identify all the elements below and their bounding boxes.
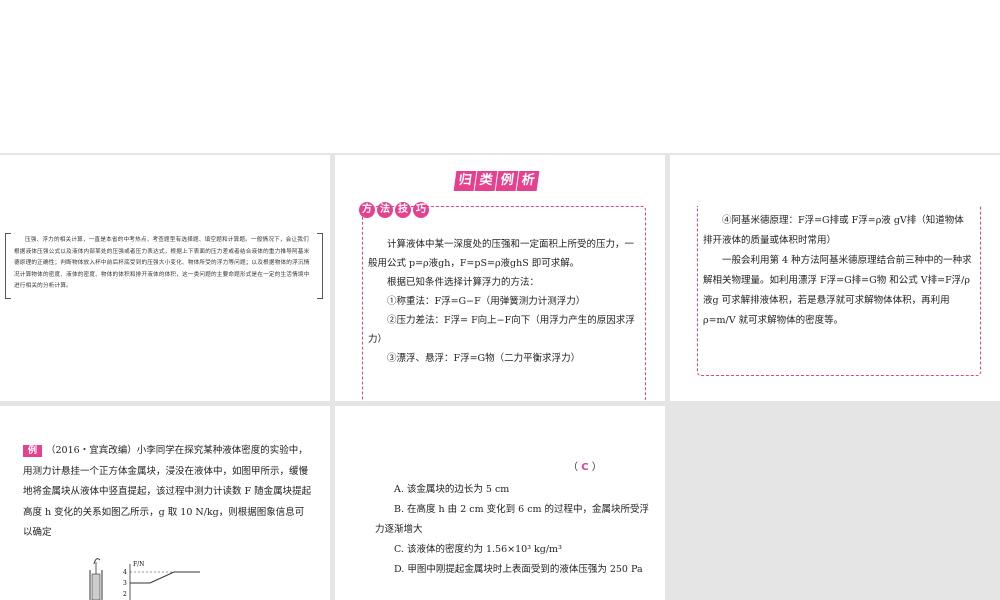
banner-char: 析 [516, 171, 540, 191]
answer-open: （ [568, 462, 578, 473]
banner-char: 例 [495, 171, 519, 191]
choices-list: A. 该金属块的边长为 5 cm B. 在高度 h 由 2 cm 变化到 6 c… [375, 480, 655, 580]
answer-box: （ C ） [568, 458, 602, 473]
summary-para: 一般会利用第 4 种方法阿基米德原理结合前三种中的一种求解相关物理量。如利用漂浮… [703, 255, 972, 326]
choice-c: C. 该液体的密度约为 1.56×10³ kg/m³ [394, 544, 562, 555]
method-tag-char: 巧 [413, 202, 429, 218]
choice-b: B. 在高度 h 由 2 cm 变化到 6 cm 的过程中，金属块所受浮力逐渐增… [375, 504, 650, 535]
archimedes-para: ④阿基米德原理：F浮=G排或 F浮=ρ液 gV排（知道物体排开液体的质量或体积时… [703, 215, 964, 246]
method-text-continued: ④阿基米德原理：F浮=G排或 F浮=ρ液 gV排（知道物体排开液体的质量或体积时… [703, 211, 973, 331]
choice-a: A. 该金属块的边长为 5 cm [394, 484, 510, 495]
method-tag-char: 技 [395, 202, 411, 218]
method-text: 计算液体中某一深度处的压强和一定面积上所受的压力，一般用公式 p=ρ液gh，F=… [368, 235, 638, 368]
slide-method[interactable]: 归 类 例 析 方 法 技 巧 计算液体中某一深度处的压强和一定面积上所受的压力… [335, 155, 665, 401]
example-tag: 例 [23, 445, 43, 457]
choice-d: D. 甲图中刚提起金属块时上表面受到的液体压强为 250 Pa [394, 564, 643, 575]
right-bracket [317, 233, 323, 299]
example-text: 例（2016・宜宾改编）小李同学在探究某种液体密度的实验中，用测力计悬挂一个正方… [23, 441, 313, 544]
slide-method-continued[interactable]: ④阿基米德原理：F浮=G排或 F浮=ρ液 gV排（知道物体排开液体的质量或体积时… [670, 155, 1000, 401]
graph-ylabel: F/N [133, 561, 144, 568]
method-para-4: ②压力差法：F浮= F向上−F向下（用浮力产生的原因求浮力） [368, 315, 635, 345]
beaker-figure [89, 558, 103, 600]
slide-example[interactable]: 例（2016・宜宾改编）小李同学在探究某种液体密度的实验中，用测力计悬挂一个正方… [0, 406, 330, 600]
graph-tick: 3 [123, 580, 127, 587]
graph-tick: 2 [123, 591, 127, 598]
blank-top-area [0, 0, 1000, 153]
slide-intro[interactable]: 压强、浮力的相关计算，一直是本省的中考热点，考查题型有选择题、填空题和计算题。一… [0, 155, 330, 401]
intro-text: 压强、浮力的相关计算，一直是本省的中考热点，考查题型有选择题、填空题和计算题。一… [14, 237, 310, 289]
method-para-2: 根据已知条件选择计算浮力的方法： [387, 277, 540, 288]
answer-letter: C [581, 462, 589, 473]
banner-char: 归 [453, 171, 477, 191]
slide-choices[interactable]: （ C ） A. 该金属块的边长为 5 cm B. 在高度 h 由 2 cm 变… [335, 406, 665, 600]
method-para-3: ①称重法：F浮=G−F（用弹簧测力计测浮力） [387, 296, 586, 307]
graph-tick: 4 [123, 569, 127, 576]
answer-close: ） [591, 462, 602, 473]
example-body: 小李同学在探究某种液体密度的实验中，用测力计悬挂一个正方体金属块，浸没在液体中，… [23, 445, 312, 538]
left-bracket [5, 233, 11, 299]
method-para-5: ③漂浮、悬浮：F浮=G物（二力平衡求浮力） [387, 353, 581, 364]
figure-svg: F/N 4 3 2 [89, 558, 200, 600]
method-tag-char: 方 [359, 202, 375, 218]
section-banner: 归 类 例 析 [453, 171, 540, 191]
intro-box: 压强、浮力的相关计算，一直是本省的中考热点，考查题型有选择题、填空题和计算题。一… [5, 233, 323, 299]
method-tag: 方 法 技 巧 [359, 202, 429, 218]
banner-char: 类 [474, 171, 498, 191]
method-para-1: 计算液体中某一深度处的压强和一定面积上所受的压力，一般用公式 p=ρ液gh，F=… [368, 239, 635, 269]
example-source: （2016・宜宾改编） [46, 445, 137, 456]
force-graph: F/N 4 3 2 [123, 561, 200, 600]
empty-slide-slot [670, 406, 1000, 600]
method-tag-char: 法 [377, 202, 393, 218]
example-figure: F/N 4 3 2 [70, 552, 210, 600]
